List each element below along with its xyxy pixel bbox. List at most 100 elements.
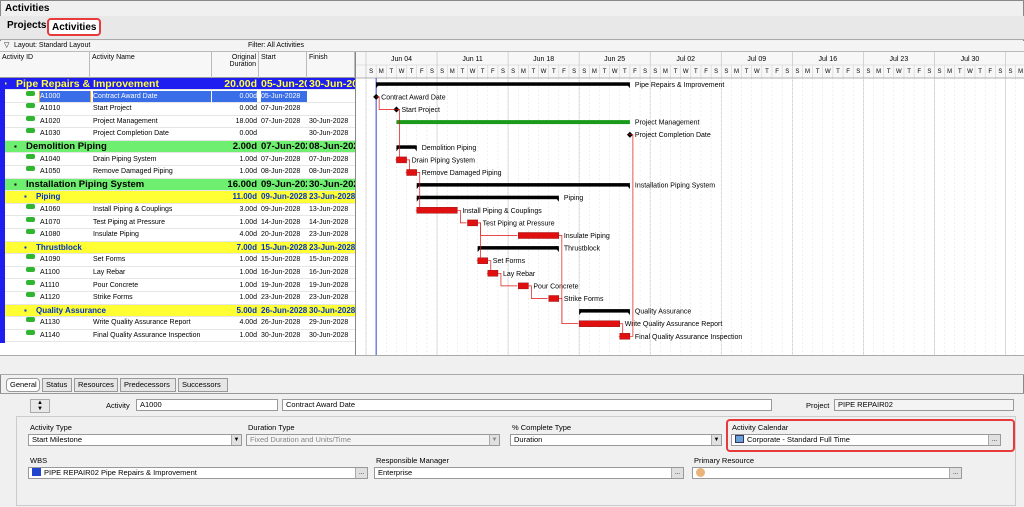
wbs-name: Demolition Piping [26,141,107,152]
day-label: S [582,69,586,75]
day-label: M [1018,69,1023,75]
activity-name-field[interactable]: Contract Award Date [282,399,772,411]
table-row[interactable]: A1120 Strike Forms 1.00d 23-Jun-2028 23-Jun-… [0,292,355,305]
wbs-icon[interactable]: ▪ [24,191,32,202]
pct-type-select[interactable]: Duration ▼ [510,434,722,446]
day-label: S [937,69,941,75]
wbs-row[interactable]: ▪ Thrustblock 7.00d 15-Jun-2028 23-Jun-2028 [0,241,355,255]
wbs-icon[interactable]: ▪ [24,242,32,253]
wbs-icon[interactable]: ▪ [14,179,22,190]
activity-type-select[interactable]: Start Milestone ▼ [28,434,242,446]
table-row[interactable]: A1030 Project Completion Date 0.00d 30-Jun-… [0,128,355,141]
day-label: W [399,69,405,75]
chevron-down-icon[interactable]: ▼ [489,435,499,445]
layout-label[interactable]: Layout: Standard Layout [14,41,90,51]
bar-label: Strike Forms [564,296,604,303]
activity-table: ▪ Pipe Repairs & Improvement 20.00d 05-Jun-… [0,78,355,355]
week-label: Jun 18 [533,56,554,63]
day-label: T [410,69,414,75]
chevron-down-icon[interactable]: ▼ [711,435,721,445]
activity-id: A1140 [40,332,60,339]
table-row[interactable]: A1070 Test Piping at Pressure 1.00d 14-Jun-… [0,216,355,229]
tab-resources[interactable]: Resources [74,378,118,392]
ellipsis-icon[interactable]: ... [988,435,1000,445]
table-row[interactable]: A1080 Insulate Piping 4.00d 20-Jun-2028 23-J… [0,229,355,242]
day-label: F [917,69,921,75]
start-cell: 07-Jun-2028 [261,155,301,163]
start-cell: 26-Jun-2028 [261,305,307,315]
table-row[interactable]: A1140 Final Quality Assurance Inspection 1… [0,330,355,343]
layout-dropdown-icon[interactable]: ▽ [4,41,9,51]
resource-field[interactable]: ... [692,467,962,479]
col-finish[interactable]: Finish [307,52,355,78]
tab-projects[interactable]: Projects [4,18,49,36]
table-row[interactable]: A1020 Project Management 18.00d 07-Jun-2028… [0,115,355,129]
day-label: W [754,69,760,75]
table-row[interactable]: A1040 Drain Piping System 1.00d 07-Jun-2028… [0,153,355,166]
activity-icon [26,103,35,109]
wbs-icon[interactable]: ▪ [4,78,12,89]
bar-label: Project Management [635,120,700,127]
finish-cell: 23-Jun-2028 [309,294,349,302]
col-activity-id[interactable]: Activity ID [0,52,90,78]
day-label: M [876,69,881,75]
day-label: F [491,69,495,75]
filter-label[interactable]: Filter: All Activities [248,41,304,51]
activity-icon [26,317,35,323]
wbs-row[interactable]: ▪ Quality Assurance 5.00d 26-Jun-2028 30-Jun… [0,304,355,318]
day-label: T [603,69,607,75]
table-row[interactable]: A1100 Lay Rebar 1.00d 16-Jun-2028 16-Jun-202… [0,267,355,280]
col-duration[interactable]: Original Duration [212,52,259,78]
table-row[interactable]: A1110 Pour Concrete 1.00d 19-Jun-2028 19-Jun… [0,279,355,292]
table-row[interactable]: A1130 Write Quality Assurance Report 4.00d… [0,317,355,330]
gantt-chart: Jun 04 Jun 11 Jun 18 Jun 25 Jul 02 Jul 09 Jul … [355,52,1024,355]
table-row[interactable]: A1050 Remove Damaged Piping 1.00d 08-Jun-20… [0,166,355,179]
tab-predecessors[interactable]: Predecessors [120,378,176,392]
ellipsis-icon[interactable]: ... [949,468,961,478]
calendar-field[interactable]: Corporate - Standard Full Time... [731,434,1001,446]
splitter[interactable] [0,355,1024,375]
wbs-row[interactable]: ▪ Pipe Repairs & Improvement 20.00d 05-Jun-… [0,78,355,91]
finish-cell: 30-Jun-2028 [309,178,355,190]
bar-label: Start Project [401,107,440,114]
wbs-row[interactable]: ▪ Demolition Piping 2.00d 07-Jun-202808-Jun… [0,141,355,154]
activity-name: Install Piping & Couplings [93,206,173,213]
finish-cell: 15-Jun-2028 [309,256,349,264]
chevron-down-icon[interactable]: ▼ [231,435,241,445]
day-label: T [816,69,820,75]
manager-field[interactable]: Enterprise... [374,467,684,479]
wbs-row[interactable]: ▪ Piping 11.00d 09-Jun-2028 23-Jun-2028 [0,191,355,204]
tab-successors[interactable]: Successors [178,378,228,392]
activity-name: Set Forms [93,256,126,264]
wbs-row[interactable]: ▪ Installation Piping System 16.00d 09-Jun-… [0,178,355,192]
start-cell: 09-Jun-2028 [261,206,301,213]
tab-status[interactable]: Status [42,378,72,392]
table-row[interactable]: A1060 Install Piping & Couplings 3.00d 09-J… [0,204,355,217]
duration-cell: 0.00d [239,130,257,138]
finish-cell: 13-Jun-2028 [309,206,349,213]
critical-bar [467,219,478,227]
ellipsis-icon[interactable]: ... [671,468,683,478]
duration-cell: 0.00d [212,90,257,102]
table-row[interactable]: A1090 Set Forms 1.00d 15-Jun-2028 15-Jun-202… [0,254,355,267]
activity-icon [26,90,35,96]
activity-id: A1010 [40,105,61,113]
ellipsis-icon[interactable]: ... [355,468,367,478]
col-start[interactable]: Start [259,52,307,78]
wbs-icon[interactable]: ▪ [24,305,32,316]
table-row[interactable]: A1000 Contract Award Date 0.00d 05-Jun-2028 [0,90,355,103]
duration-cell: 1.00d [239,281,257,289]
wbs-icon[interactable]: ▪ [14,141,22,152]
col-activity-name[interactable]: Activity Name [90,52,212,78]
day-label: T [461,69,465,75]
tab-general[interactable]: General [6,378,40,392]
wbs-field[interactable]: PIPE REPAIR02 Pipe Repairs & Improvement… [28,467,368,479]
duration-type-select[interactable]: Fixed Duration and Units/Time ▼ [246,434,500,446]
activity-id-field[interactable]: A1000 [136,399,278,411]
activity-icon [26,330,35,335]
bar-label: Install Piping & Couplings [462,208,542,215]
top-tab-bar: Projects Activities [0,16,1024,40]
table-row[interactable]: A1010 Start Project 0.00d 07-Jun-2028 [0,103,355,116]
tab-activities[interactable]: Activities [47,18,101,36]
nav-arrows[interactable]: ▲ ▼ [30,399,50,413]
